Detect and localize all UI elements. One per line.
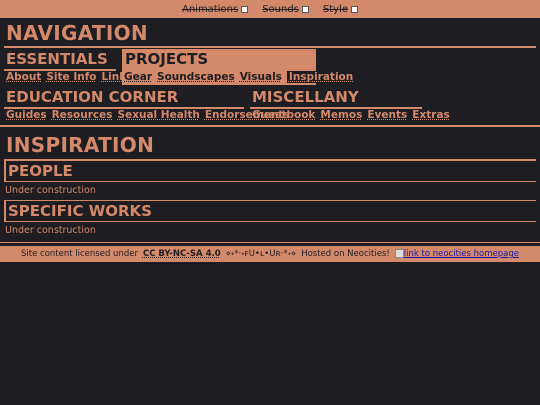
- sounds-toggle[interactable]: Sounds: [262, 4, 309, 15]
- essentials-title: ESSENTIALS: [6, 50, 108, 68]
- sounds-label: Sounds: [262, 3, 299, 15]
- link-memos[interactable]: Memos: [320, 109, 362, 121]
- essentials-links: About Site Info Links: [6, 71, 132, 83]
- works-divider: [4, 221, 536, 222]
- footer-hosted-text: Hosted on Neocities!: [301, 249, 390, 259]
- link-gear[interactable]: Gear: [124, 71, 152, 83]
- nav-title: NAVIGATION: [6, 21, 148, 45]
- footer-license-prefix: Site content licensed under: [21, 249, 138, 259]
- misc-title: MISCELLANY: [252, 88, 359, 106]
- education-title: EDUCATION CORNER: [6, 88, 179, 106]
- people-accent: [4, 161, 6, 181]
- neocities-link[interactable]: link to neocities homepage: [394, 249, 519, 259]
- nav-bottom-rule: [0, 125, 540, 127]
- link-site-info[interactable]: Site Info: [46, 71, 96, 83]
- page-title-divider: [4, 159, 536, 161]
- style-toggle[interactable]: Style: [322, 3, 359, 15]
- people-title: PEOPLE: [8, 162, 73, 180]
- people-body: Under construction: [5, 185, 96, 196]
- nav-divider: [4, 46, 536, 48]
- neocities-link-text[interactable]: link to neocities homepage: [404, 249, 519, 259]
- sounds-checkbox[interactable]: [301, 5, 309, 13]
- works-title: SPECIFIC WORKS: [8, 202, 152, 220]
- people-divider: [4, 181, 536, 182]
- link-guestbook[interactable]: Guestbook: [252, 109, 315, 121]
- projects-links: Gear Soundscapes Visuals Inspiration: [124, 71, 356, 83]
- animations-label: Animations: [181, 3, 239, 15]
- footer-rule: [0, 242, 540, 243]
- link-inspiration[interactable]: Inspiration: [286, 71, 356, 83]
- license-link[interactable]: CC BY-NC-SA 4.0: [143, 249, 221, 259]
- education-links: Guides Resources Sexual Health Endorseme…: [6, 109, 290, 121]
- style-label: Style: [322, 3, 349, 15]
- works-top-divider: [4, 200, 536, 201]
- works-body: Under construction: [5, 225, 96, 236]
- footer-decoration: ⋄˖*·˖ꜰU•ʟ•Uʀ·*˖⋄: [225, 249, 297, 259]
- link-resources[interactable]: Resources: [52, 109, 113, 121]
- style-checkbox[interactable]: [351, 5, 359, 13]
- page-title: INSPIRATION: [6, 133, 155, 157]
- broken-image-icon: [394, 249, 404, 258]
- link-extras[interactable]: Extras: [412, 109, 449, 121]
- link-events[interactable]: Events: [367, 109, 407, 121]
- works-accent: [4, 201, 6, 221]
- link-soundscapes[interactable]: Soundscapes: [157, 71, 235, 83]
- misc-links: Guestbook Memos Events Extras: [252, 109, 450, 121]
- animations-checkbox[interactable]: [241, 5, 249, 13]
- link-sexual-health[interactable]: Sexual Health: [118, 109, 200, 121]
- footer: Site content licensed under CC BY-NC-SA …: [0, 246, 540, 262]
- preferences-bar: Animations Sounds Style: [0, 0, 540, 18]
- animations-toggle[interactable]: Animations: [181, 3, 249, 15]
- projects-title: PROJECTS: [125, 50, 209, 68]
- link-guides[interactable]: Guides: [6, 109, 47, 121]
- link-visuals[interactable]: Visuals: [240, 71, 282, 83]
- link-about[interactable]: About: [6, 71, 41, 83]
